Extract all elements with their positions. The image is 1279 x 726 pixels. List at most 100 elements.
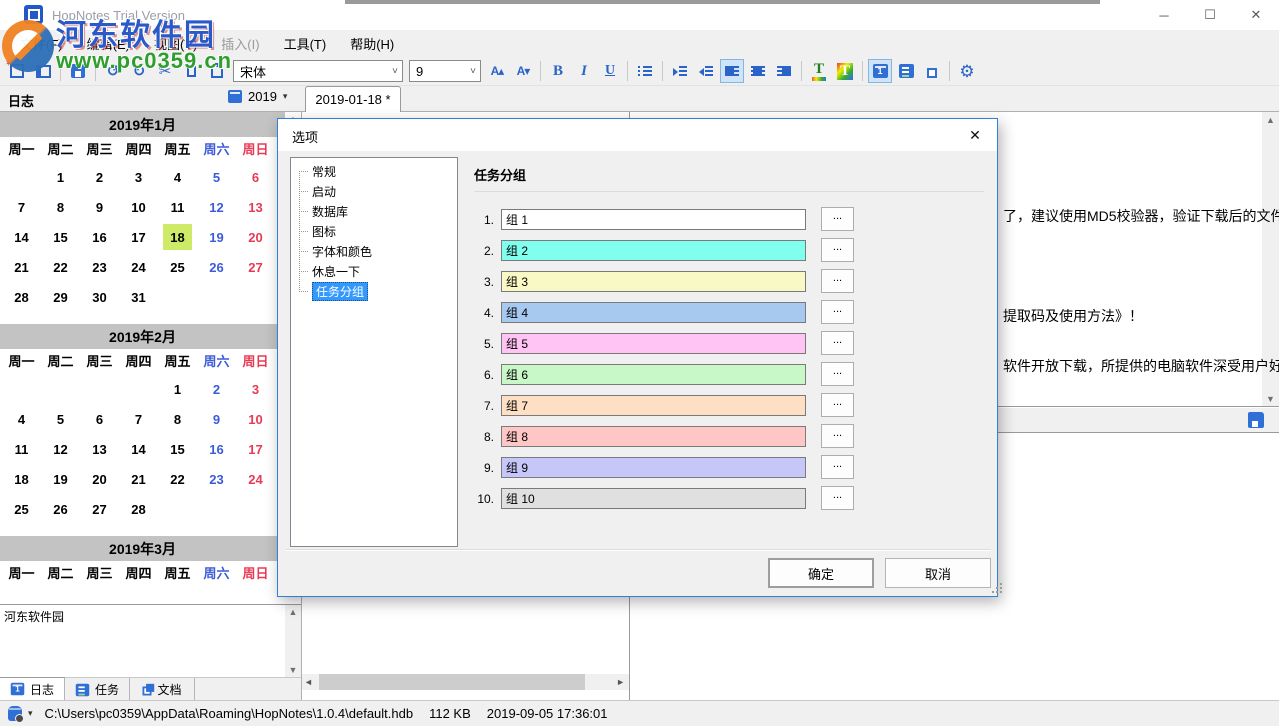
settings-gear-icon[interactable]: ⚙ [955,59,979,83]
chevron-down-icon[interactable]: ▾ [28,708,33,719]
day-cell[interactable]: 8 [41,192,80,222]
day-cell[interactable]: 25 [158,252,197,282]
day-cell[interactable]: 7 [2,192,41,222]
options-tree-item-4[interactable]: 字体和颜色 [291,241,457,261]
indent-decrease-icon[interactable] [694,59,718,83]
day-cell[interactable]: 10 [119,192,158,222]
day-cell[interactable]: 22 [41,252,80,282]
day-cell[interactable]: 23 [197,464,236,494]
day-cell[interactable]: 12 [197,192,236,222]
save-icon[interactable] [66,59,90,83]
group-input-8[interactable] [501,426,806,447]
sidebar-tab-2[interactable]: 文档 [130,678,195,701]
menu-item-4[interactable]: 工具(T) [272,34,339,53]
day-cell[interactable]: 18 [163,224,192,250]
day-cell[interactable]: 27 [236,252,275,282]
scroll-left-icon[interactable]: ◄ [304,677,313,687]
options-tree-item-0[interactable]: 常规 [291,161,457,181]
undo-icon[interactable]: ↺ [101,59,125,83]
day-cell[interactable]: 17 [236,434,275,464]
day-cell[interactable]: 16 [197,434,236,464]
day-cell[interactable]: 27 [80,494,119,524]
font-color-icon[interactable]: T [807,59,831,83]
group-color-button-3[interactable]: ... [821,269,854,293]
align-right-icon[interactable] [772,59,796,83]
tasks-view-icon[interactable] [894,59,918,83]
group-color-button-1[interactable]: ... [821,207,854,231]
paste-icon[interactable] [205,59,229,83]
day-cell[interactable]: 3 [236,374,275,404]
menu-item-1[interactable]: 编辑(E) [75,34,142,53]
day-cell[interactable]: 2 [197,374,236,404]
group-color-button-10[interactable]: ... [821,486,854,510]
day-cell[interactable]: 15 [41,222,80,252]
font-combo[interactable]: 宋体˅ [233,60,403,82]
day-cell[interactable]: 13 [236,192,275,222]
options-tree-item-2[interactable]: 数据库 [291,201,457,221]
day-cell[interactable]: 26 [197,252,236,282]
day-cell[interactable]: 1 [41,162,80,192]
day-cell[interactable]: 22 [158,464,197,494]
day-cell[interactable]: 19 [197,222,236,252]
layout-icon[interactable] [31,59,55,83]
sidebar-tab-0[interactable]: 1日志 [0,677,65,700]
day-cell[interactable]: 20 [236,222,275,252]
scroll-down-icon[interactable]: ▼ [1262,394,1279,404]
day-cell[interactable]: 2 [80,162,119,192]
size-combo[interactable]: 9˅ [409,60,481,82]
scrollbar-thumb[interactable] [319,674,585,690]
group-color-button-5[interactable]: ... [821,331,854,355]
maximize-button[interactable]: ☐ [1187,0,1233,30]
day-cell[interactable]: 13 [80,434,119,464]
group-input-2[interactable] [501,240,806,261]
day-cell[interactable]: 9 [197,404,236,434]
day-cell[interactable]: 4 [158,162,197,192]
underline-icon[interactable]: U [598,59,622,83]
group-color-button-6[interactable]: ... [821,362,854,386]
day-cell[interactable]: 10 [236,404,275,434]
cut-icon[interactable]: ✂ [153,59,177,83]
group-input-4[interactable] [501,302,806,323]
menu-item-2[interactable]: 视图(V) [142,34,209,53]
day-cell[interactable]: 19 [41,464,80,494]
day-cell[interactable]: 11 [158,192,197,222]
options-tree-item-5[interactable]: 休息一下 [291,261,457,281]
day-cell[interactable]: 28 [2,282,41,312]
scroll-up-icon[interactable]: ▲ [285,607,301,617]
scroll-right-icon[interactable]: ► [616,677,625,687]
day-cell[interactable]: 11 [2,434,41,464]
day-cell[interactable]: 16 [80,222,119,252]
day-cell[interactable]: 5 [41,404,80,434]
notes-scrollbar[interactable]: ▲ ▼ [285,605,301,677]
group-input-3[interactable] [501,271,806,292]
day-cell[interactable]: 29 [41,282,80,312]
redo-icon[interactable]: ↻ [127,59,151,83]
align-center-icon[interactable] [746,59,770,83]
scroll-up-icon[interactable]: ▲ [1262,115,1279,125]
day-cell[interactable]: 6 [80,404,119,434]
day-notes-preview[interactable]: 河东软件园 ▲ ▼ [0,604,301,677]
year-selector[interactable]: 2019 ▾ [228,89,287,104]
day-cell[interactable]: 14 [2,222,41,252]
day-cell[interactable]: 9 [80,192,119,222]
day-cell[interactable]: 25 [2,494,41,524]
copy-icon[interactable] [179,59,203,83]
italic-icon[interactable]: I [572,59,596,83]
day-cell[interactable]: 18 [2,464,41,494]
font-decrease-icon[interactable]: A▾ [511,59,535,83]
day-cell[interactable]: 23 [80,252,119,282]
day-cell[interactable]: 7 [119,404,158,434]
day-cell[interactable]: 30 [80,282,119,312]
day-cell[interactable]: 26 [41,494,80,524]
scroll-down-icon[interactable]: ▼ [285,665,301,675]
dialog-close-icon[interactable]: ✕ [953,119,997,151]
day-cell[interactable]: 24 [236,464,275,494]
day-cell[interactable]: 8 [158,404,197,434]
group-input-7[interactable] [501,395,806,416]
group-color-button-7[interactable]: ... [821,393,854,417]
day-cell[interactable]: 24 [119,252,158,282]
day-cell[interactable]: 15 [158,434,197,464]
group-color-button-8[interactable]: ... [821,424,854,448]
new-journal-icon[interactable] [5,59,29,83]
group-input-9[interactable] [501,457,806,478]
